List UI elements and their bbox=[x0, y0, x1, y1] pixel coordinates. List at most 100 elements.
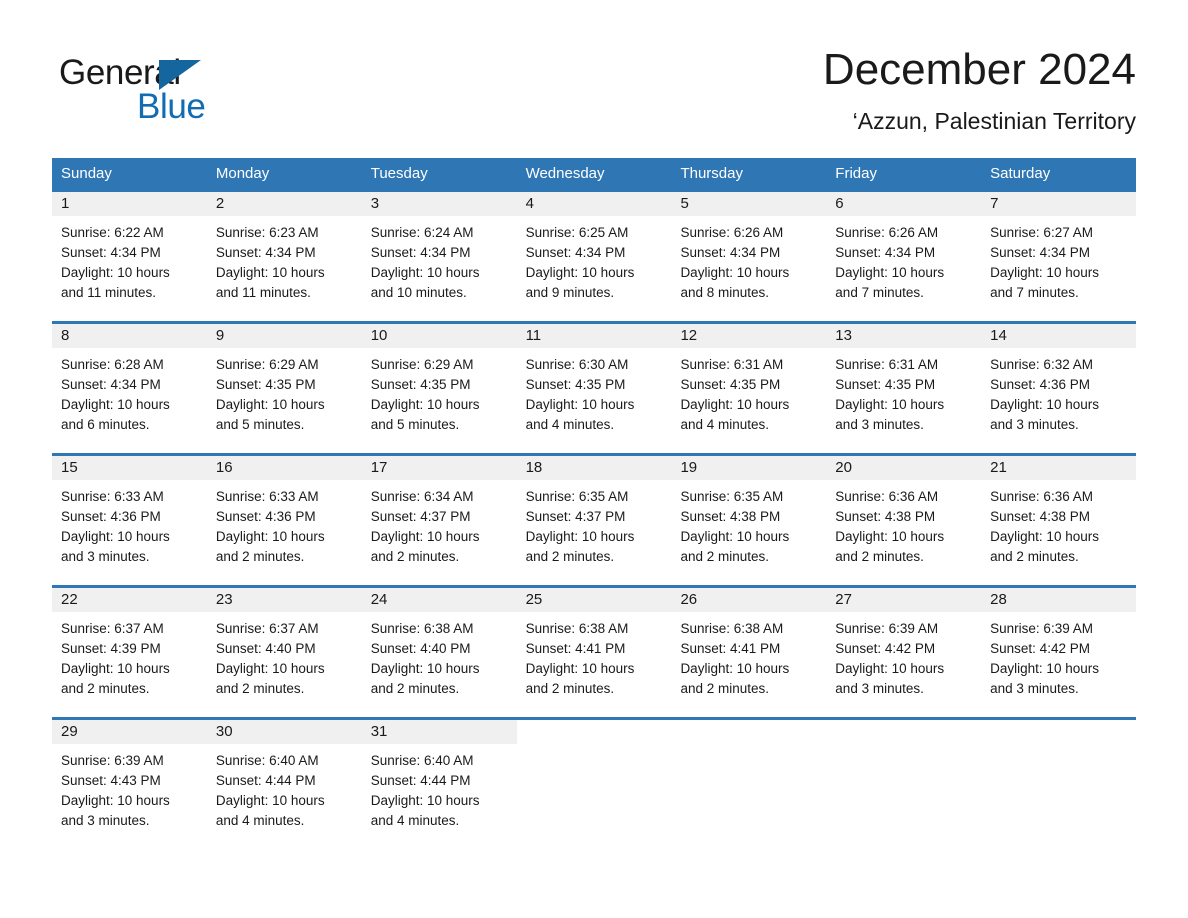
sunrise-text: Sunrise: 6:25 AM bbox=[525, 225, 629, 240]
day-info: Sunrise: 6:38 AM Sunset: 4:40 PM Dayligh… bbox=[362, 612, 517, 699]
day-info: Sunrise: 6:40 AM Sunset: 4:44 PM Dayligh… bbox=[207, 744, 362, 831]
daylight-text-line1: Daylight: 10 hours bbox=[680, 265, 790, 280]
daylight-text-line2: and 7 minutes. bbox=[835, 285, 924, 300]
daylight-text-line2: and 3 minutes. bbox=[990, 417, 1079, 432]
day-cell[interactable]: 11 Sunrise: 6:30 AM Sunset: 4:35 PM Dayl… bbox=[516, 324, 672, 453]
day-number: 14 bbox=[981, 324, 1137, 348]
daylight-text-line2: and 2 minutes. bbox=[680, 681, 769, 696]
daylight-text-line1: Daylight: 10 hours bbox=[990, 529, 1099, 544]
day-info: Sunrise: 6:33 AM Sunset: 4:36 PM Dayligh… bbox=[52, 480, 207, 567]
day-number: 2 bbox=[206, 192, 362, 216]
day-cell[interactable]: 3 Sunrise: 6:24 AM Sunset: 4:34 PM Dayli… bbox=[361, 192, 517, 321]
day-cell[interactable]: 14 Sunrise: 6:32 AM Sunset: 4:36 PM Dayl… bbox=[981, 324, 1137, 453]
day-cell[interactable]: 21 Sunrise: 6:36 AM Sunset: 4:38 PM Dayl… bbox=[981, 456, 1137, 585]
sunrise-text: Sunrise: 6:32 AM bbox=[990, 357, 1093, 372]
day-info: Sunrise: 6:31 AM Sunset: 4:35 PM Dayligh… bbox=[671, 348, 826, 435]
day-cell[interactable]: 22 Sunrise: 6:37 AM Sunset: 4:39 PM Dayl… bbox=[52, 588, 207, 717]
daylight-text-line1: Daylight: 10 hours bbox=[990, 661, 1099, 676]
daylight-text-line2: and 6 minutes. bbox=[61, 417, 150, 432]
day-info: Sunrise: 6:39 AM Sunset: 4:43 PM Dayligh… bbox=[52, 744, 207, 831]
sunset-text: Sunset: 4:35 PM bbox=[525, 377, 626, 392]
day-cell[interactable]: 13 Sunrise: 6:31 AM Sunset: 4:35 PM Dayl… bbox=[826, 324, 982, 453]
sunrise-text: Sunrise: 6:29 AM bbox=[370, 357, 474, 372]
sunrise-text: Sunrise: 6:35 AM bbox=[525, 489, 629, 504]
sunrise-text: Sunrise: 6:26 AM bbox=[835, 225, 939, 240]
sunset-text: Sunset: 4:42 PM bbox=[990, 641, 1090, 656]
day-cell[interactable]: 5 Sunrise: 6:26 AM Sunset: 4:34 PM Dayli… bbox=[671, 192, 827, 321]
day-cell[interactable]: 17 Sunrise: 6:34 AM Sunset: 4:37 PM Dayl… bbox=[361, 456, 517, 585]
daylight-text-line2: and 3 minutes. bbox=[61, 813, 150, 828]
sunset-text: Sunset: 4:38 PM bbox=[835, 509, 936, 524]
sunrise-text: Sunrise: 6:33 AM bbox=[61, 489, 164, 504]
sunset-text: Sunset: 4:38 PM bbox=[990, 509, 1090, 524]
day-cell[interactable]: 16 Sunrise: 6:33 AM Sunset: 4:36 PM Dayl… bbox=[206, 456, 362, 585]
day-info: Sunrise: 6:38 AM Sunset: 4:41 PM Dayligh… bbox=[671, 612, 826, 699]
day-cell[interactable]: 2 Sunrise: 6:23 AM Sunset: 4:34 PM Dayli… bbox=[206, 192, 362, 321]
sunset-text: Sunset: 4:41 PM bbox=[680, 641, 781, 656]
sunrise-text: Sunrise: 6:33 AM bbox=[215, 489, 319, 504]
day-cell[interactable]: 29 Sunrise: 6:39 AM Sunset: 4:43 PM Dayl… bbox=[52, 720, 207, 849]
sunrise-text: Sunrise: 6:28 AM bbox=[61, 357, 164, 372]
day-cell[interactable]: 12 Sunrise: 6:31 AM Sunset: 4:35 PM Dayl… bbox=[671, 324, 827, 453]
daylight-text-line1: Daylight: 10 hours bbox=[525, 265, 635, 280]
day-cell[interactable]: 31 Sunrise: 6:40 AM Sunset: 4:44 PM Dayl… bbox=[361, 720, 517, 849]
daylight-text-line2: and 2 minutes. bbox=[215, 681, 305, 696]
day-cell[interactable]: 19 Sunrise: 6:35 AM Sunset: 4:38 PM Dayl… bbox=[671, 456, 827, 585]
daylight-text-line1: Daylight: 10 hours bbox=[680, 661, 790, 676]
daylight-text-line1: Daylight: 10 hours bbox=[215, 529, 325, 544]
day-cell[interactable]: 15 Sunrise: 6:33 AM Sunset: 4:36 PM Dayl… bbox=[52, 456, 207, 585]
day-info: Sunrise: 6:37 AM Sunset: 4:39 PM Dayligh… bbox=[52, 612, 207, 699]
weekday-sunday: Sunday bbox=[61, 165, 112, 182]
day-info: Sunrise: 6:26 AM Sunset: 4:34 PM Dayligh… bbox=[826, 216, 981, 303]
daylight-text-line2: and 2 minutes. bbox=[61, 681, 150, 696]
day-cell[interactable]: 24 Sunrise: 6:38 AM Sunset: 4:40 PM Dayl… bbox=[361, 588, 517, 717]
sunrise-text: Sunrise: 6:40 AM bbox=[370, 753, 474, 768]
day-cell[interactable]: 4 Sunrise: 6:25 AM Sunset: 4:34 PM Dayli… bbox=[516, 192, 672, 321]
day-info: Sunrise: 6:27 AM Sunset: 4:34 PM Dayligh… bbox=[981, 216, 1136, 303]
day-number: 15 bbox=[52, 456, 207, 480]
day-cell[interactable]: 9 Sunrise: 6:29 AM Sunset: 4:35 PM Dayli… bbox=[206, 324, 362, 453]
sunset-text: Sunset: 4:37 PM bbox=[370, 509, 471, 524]
day-cell[interactable]: 23 Sunrise: 6:37 AM Sunset: 4:40 PM Dayl… bbox=[206, 588, 362, 717]
sunset-text: Sunset: 4:35 PM bbox=[370, 377, 471, 392]
sunrise-text: Sunrise: 6:39 AM bbox=[61, 753, 164, 768]
week-row: 29 Sunrise: 6:39 AM Sunset: 4:43 PM Dayl… bbox=[52, 717, 1137, 849]
daylight-text-line1: Daylight: 10 hours bbox=[61, 661, 170, 676]
day-info: Sunrise: 6:23 AM Sunset: 4:34 PM Dayligh… bbox=[207, 216, 362, 303]
day-cell[interactable]: 25 Sunrise: 6:38 AM Sunset: 4:41 PM Dayl… bbox=[516, 588, 672, 717]
daylight-text-line2: and 3 minutes. bbox=[990, 681, 1079, 696]
day-cell[interactable]: 7 Sunrise: 6:27 AM Sunset: 4:34 PM Dayli… bbox=[981, 192, 1137, 321]
daylight-text-line2: and 2 minutes. bbox=[990, 549, 1079, 564]
day-cell[interactable]: 1 Sunrise: 6:22 AM Sunset: 4:34 PM Dayli… bbox=[52, 192, 207, 321]
daylight-text-line1: Daylight: 10 hours bbox=[215, 397, 325, 412]
daylight-text-line2: and 4 minutes. bbox=[370, 813, 460, 828]
daylight-text-line1: Daylight: 10 hours bbox=[990, 397, 1099, 412]
day-cell[interactable]: 8 Sunrise: 6:28 AM Sunset: 4:34 PM Dayli… bbox=[52, 324, 207, 453]
day-cell[interactable]: 27 Sunrise: 6:39 AM Sunset: 4:42 PM Dayl… bbox=[826, 588, 982, 717]
weekday-wednesday: Wednesday bbox=[525, 165, 605, 182]
day-cell[interactable]: 28 Sunrise: 6:39 AM Sunset: 4:42 PM Dayl… bbox=[981, 588, 1137, 717]
daylight-text-line2: and 11 minutes. bbox=[61, 285, 157, 300]
calendar-grid: Sunday Monday Tuesday Wednesday Thursday… bbox=[52, 158, 1137, 849]
general-blue-logo[interactable]: General Blue bbox=[59, 54, 329, 134]
day-cell[interactable]: 26 Sunrise: 6:38 AM Sunset: 4:41 PM Dayl… bbox=[671, 588, 827, 717]
day-number bbox=[671, 720, 827, 744]
day-cell[interactable]: 18 Sunrise: 6:35 AM Sunset: 4:37 PM Dayl… bbox=[516, 456, 672, 585]
sunrise-text: Sunrise: 6:37 AM bbox=[61, 621, 164, 636]
day-cell[interactable]: 6 Sunrise: 6:26 AM Sunset: 4:34 PM Dayli… bbox=[826, 192, 982, 321]
day-number: 7 bbox=[981, 192, 1137, 216]
daylight-text-line1: Daylight: 10 hours bbox=[525, 397, 635, 412]
sunset-text: Sunset: 4:34 PM bbox=[61, 245, 161, 260]
day-cell[interactable]: 30 Sunrise: 6:40 AM Sunset: 4:44 PM Dayl… bbox=[206, 720, 362, 849]
day-cell[interactable]: 10 Sunrise: 6:29 AM Sunset: 4:35 PM Dayl… bbox=[361, 324, 517, 453]
daylight-text-line2: and 4 minutes. bbox=[680, 417, 769, 432]
day-cell[interactable]: 20 Sunrise: 6:36 AM Sunset: 4:38 PM Dayl… bbox=[826, 456, 982, 585]
sunrise-text: Sunrise: 6:38 AM bbox=[680, 621, 784, 636]
triangle-flag-icon bbox=[159, 60, 201, 90]
daylight-text-line2: and 2 minutes. bbox=[680, 549, 769, 564]
sunset-text: Sunset: 4:35 PM bbox=[680, 377, 781, 392]
daylight-text-line1: Daylight: 10 hours bbox=[61, 397, 170, 412]
daylight-text-line2: and 11 minutes. bbox=[215, 285, 311, 300]
daylight-text-line2: and 2 minutes. bbox=[525, 681, 615, 696]
daylight-text-line1: Daylight: 10 hours bbox=[61, 529, 170, 544]
